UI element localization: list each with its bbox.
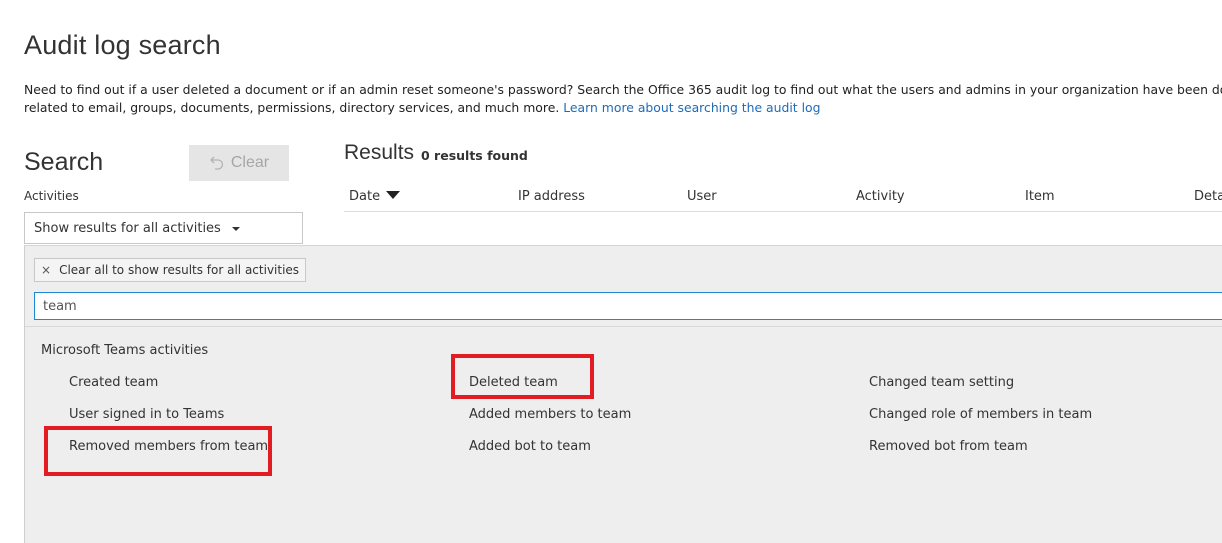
search-heading: Search — [24, 148, 104, 176]
activity-added-members-to-team[interactable]: Added members to team — [469, 407, 631, 422]
intro-line-1: Need to find out if a user deleted a doc… — [24, 82, 1222, 97]
activity-changed-team-setting[interactable]: Changed team setting — [869, 375, 1014, 390]
activities-label: Activities — [24, 189, 79, 203]
column-date-label: Date — [349, 189, 381, 204]
activities-dropdown[interactable]: Show results for all activities — [24, 212, 303, 244]
caret-down-icon — [231, 227, 240, 231]
activity-removed-bot-from-team[interactable]: Removed bot from team — [869, 439, 1028, 454]
activity-removed-members-from-team[interactable]: Removed members from team — [69, 439, 268, 454]
activities-dropdown-value: Show results for all activities — [34, 220, 221, 236]
results-table-header: Date IP address User Activity Item Deta — [344, 183, 1222, 212]
column-date[interactable]: Date — [349, 189, 401, 204]
results-count: 0 results found — [421, 148, 528, 163]
close-icon: × — [41, 263, 52, 277]
clear-all-chip[interactable]: × Clear all to show results for all acti… — [34, 258, 307, 282]
activity-changed-role-of-members[interactable]: Changed role of members in team — [869, 407, 1092, 422]
undo-icon — [209, 156, 224, 170]
activity-filter-input[interactable] — [34, 292, 1222, 320]
learn-more-link[interactable]: Learn more about searching the audit log — [563, 100, 820, 115]
activity-deleted-team[interactable]: Deleted team — [469, 375, 558, 390]
column-item[interactable]: Item — [1025, 189, 1055, 204]
divider — [25, 326, 1222, 327]
intro-line-2-wrap: related to email, groups, documents, per… — [24, 99, 1222, 117]
column-user[interactable]: User — [687, 189, 717, 204]
activity-user-signed-in-to-teams[interactable]: User signed in to Teams — [69, 407, 224, 422]
column-activity[interactable]: Activity — [856, 189, 905, 204]
page-title: Audit log search — [24, 30, 221, 60]
column-ip-address[interactable]: IP address — [518, 189, 585, 204]
group-label-teams: Microsoft Teams activities — [41, 343, 209, 358]
activity-created-team[interactable]: Created team — [69, 375, 158, 390]
clear-button-label: Clear — [230, 154, 270, 171]
clear-all-chip-label: Clear all to show results for all activi… — [59, 263, 300, 277]
activity-added-bot-to-team[interactable]: Added bot to team — [469, 439, 591, 454]
results-heading: Results — [344, 141, 415, 164]
intro-text: Need to find out if a user deleted a doc… — [24, 81, 1222, 117]
activities-dropdown-panel: × Clear all to show results for all acti… — [24, 245, 1222, 543]
sort-descending-icon — [386, 191, 401, 199]
clear-button[interactable]: Clear — [189, 145, 289, 181]
column-detail[interactable]: Deta — [1194, 189, 1222, 204]
intro-line-2: related to email, groups, documents, per… — [24, 100, 560, 115]
